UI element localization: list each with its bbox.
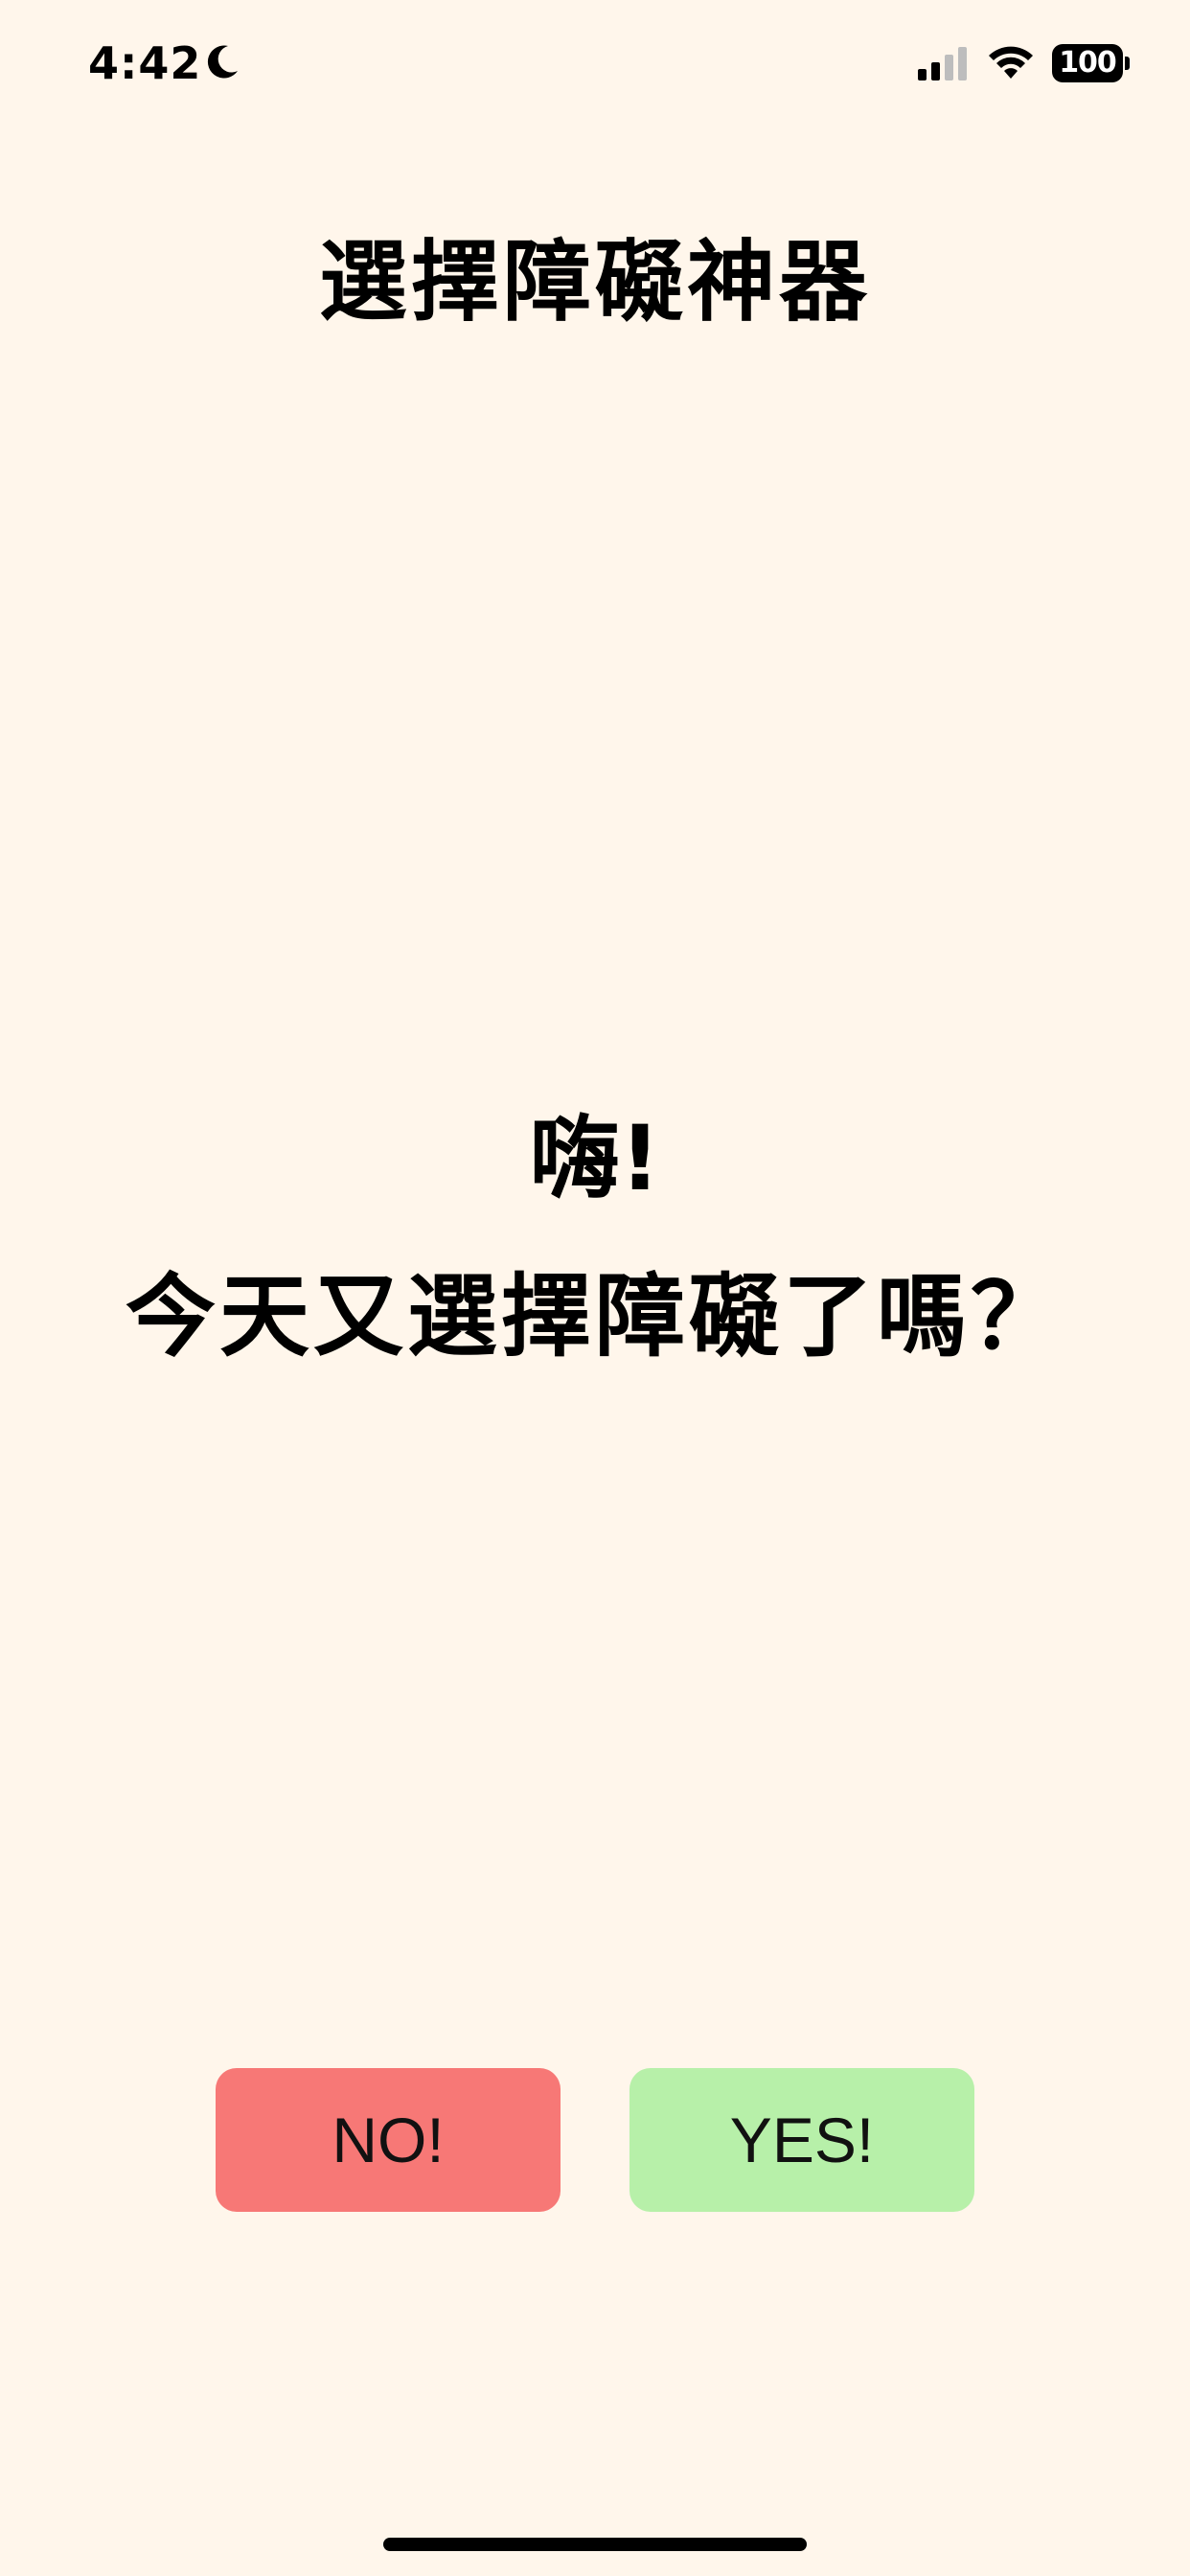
cellular-signal-icon bbox=[918, 47, 967, 80]
wifi-icon bbox=[989, 46, 1033, 79]
greeting-text: 嗨! bbox=[529, 1107, 661, 1211]
yes-button[interactable]: YES! bbox=[629, 2068, 974, 2212]
battery-icon: 100 bbox=[1052, 44, 1131, 82]
battery-level: 100 bbox=[1052, 44, 1123, 82]
status-bar: 4:42 100 bbox=[0, 0, 1190, 129]
status-time: 4:42 bbox=[88, 37, 202, 89]
home-indicator[interactable] bbox=[383, 2538, 807, 2551]
battery-tip bbox=[1125, 57, 1130, 70]
moon-icon bbox=[207, 45, 238, 79]
question-text: 今天又選擇障礙了嗎？ bbox=[125, 1265, 1064, 1369]
page-title: 選擇障礙神器 bbox=[318, 231, 871, 334]
no-button[interactable]: NO! bbox=[216, 2068, 561, 2212]
